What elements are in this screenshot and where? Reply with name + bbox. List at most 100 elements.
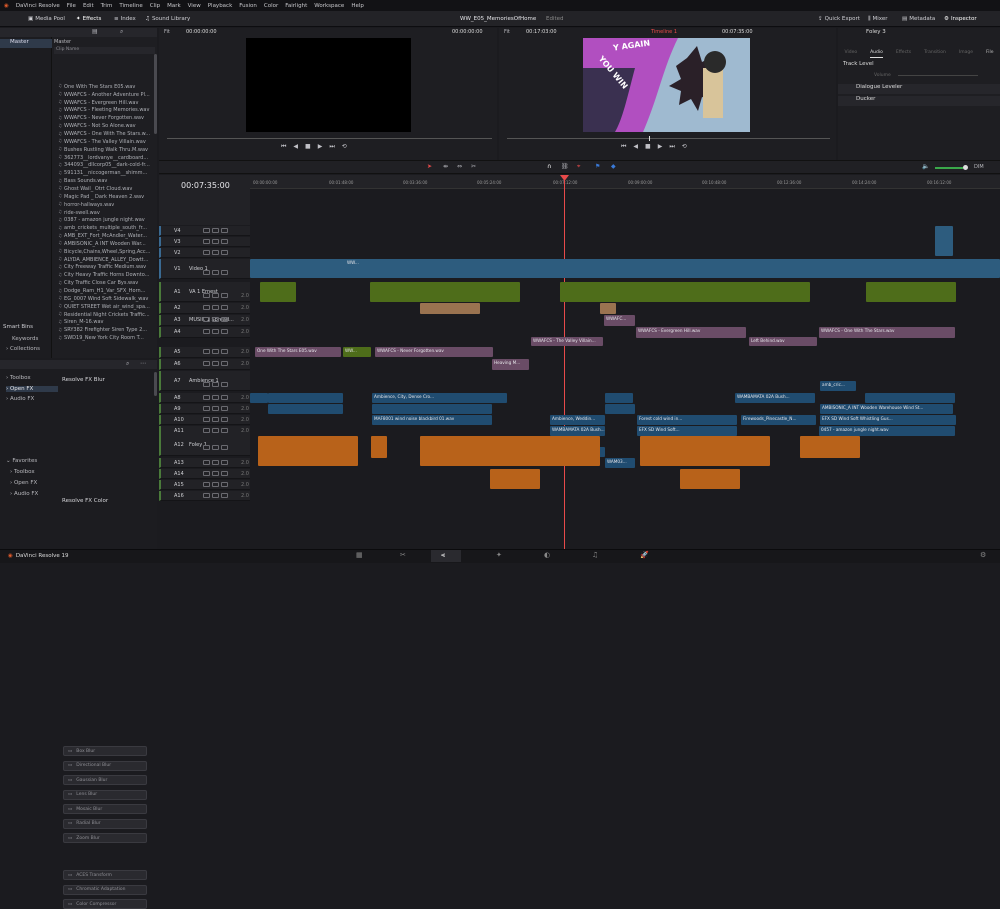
jump-start-icon[interactable]: ⏮	[281, 143, 286, 151]
mute-icon[interactable]	[221, 361, 228, 366]
timeline-name[interactable]: Timeline 1	[651, 29, 677, 35]
jump-end-icon[interactable]: ⏭	[329, 143, 334, 151]
clip-item[interactable]: ♫ SWD19_New York City Room T...	[58, 334, 155, 342]
lock-icon[interactable]	[203, 417, 210, 422]
menu-file[interactable]: File	[67, 3, 76, 9]
fx-blur-item[interactable]: ▭ Gaussian Blur	[63, 775, 147, 785]
color-page-icon[interactable]: ◐	[544, 551, 550, 559]
clip-item[interactable]: ♫ 344093__dllcorp05__dark-cold-fr...	[58, 162, 155, 170]
bin-master[interactable]: Master	[0, 39, 52, 48]
track-header[interactable]: A9 2.0	[159, 404, 250, 414]
lock-icon[interactable]	[203, 482, 210, 487]
fx-color-item[interactable]: ▭ ACES Transform	[63, 870, 147, 880]
clip-item[interactable]: ♫ City Freeway Traffic Medium.wav	[58, 264, 155, 272]
tab-effects[interactable]: Effects	[896, 38, 911, 58]
clip-item[interactable]: ♫ Siren_M-16.wav	[58, 319, 155, 327]
jump-start-icon[interactable]: ⏮	[621, 143, 626, 151]
more-options-icon[interactable]: ⋯	[140, 360, 146, 367]
timeline-clip[interactable]	[370, 282, 520, 302]
mute-icon[interactable]	[221, 471, 228, 476]
solo-icon[interactable]	[212, 428, 219, 433]
clip-item[interactable]: ♫ WWAFCS - Fleeting Memories.wav	[58, 107, 155, 115]
timeline-clip[interactable]: Ambience, Weddin...	[550, 415, 605, 425]
track-header[interactable]: A1 VA 1 Ernest 2.0	[159, 282, 250, 302]
track-header[interactable]: A4 2.0	[159, 327, 250, 338]
clip-item[interactable]: ♫ 362773__lordvanye__cardboard...	[58, 154, 155, 162]
timeline-clip[interactable]	[800, 436, 860, 458]
timeline-clip[interactable]: WWAFCS - The Valley Villain...	[531, 337, 603, 346]
solo-icon[interactable]	[212, 317, 219, 322]
timeline-clip[interactable]	[258, 436, 358, 466]
menu-workspace[interactable]: Workspace	[314, 3, 344, 9]
metadata-button[interactable]: ▤ Metadata	[902, 14, 935, 24]
mute-icon[interactable]	[221, 382, 228, 387]
timeline-clip[interactable]	[680, 469, 740, 489]
volume-slider[interactable]	[898, 75, 978, 76]
clip-item[interactable]: ♫ AMB_EXT_Fort_McAndler_Water...	[58, 232, 155, 240]
clip-item[interactable]: ♫ Residential Night Crickets Traffic...	[58, 311, 155, 319]
solo-icon[interactable]	[212, 471, 219, 476]
ducker-row[interactable]: Ducker	[838, 96, 1000, 106]
fx-color-item[interactable]: ▭ Color Compressor	[63, 899, 147, 909]
tab-transition[interactable]: Transition	[924, 38, 946, 58]
clip-item[interactable]: ♫ Magic Pad _ Dark Heaven 2.wav	[58, 193, 155, 201]
timeline-clip[interactable]	[605, 404, 635, 414]
clip-item[interactable]: ♫ WWAFCS - One With The Stars.w...	[58, 130, 155, 138]
clip-item[interactable]: ♫ Ghost Wail_ Otrt Cloud.wav	[58, 185, 155, 193]
mute-icon[interactable]	[221, 493, 228, 498]
timeline-clip[interactable]: WW...	[345, 259, 370, 270]
clip-item[interactable]: ♫ One With The Stars E05.wav	[58, 83, 155, 91]
clip-list-scrollbar[interactable]	[154, 54, 157, 134]
program-video-frame[interactable]: Y AGAIN YOU WIN	[583, 38, 750, 132]
timeline-clip[interactable]	[268, 393, 343, 403]
clip-item[interactable]: ♫ Bass Sounds.wav	[58, 177, 155, 185]
timeline-clip[interactable]	[250, 393, 268, 403]
lock-icon[interactable]	[203, 270, 210, 275]
mute-icon[interactable]	[221, 482, 228, 487]
track-header[interactable]: A7 Ambience 1	[159, 371, 250, 391]
solo-icon[interactable]	[212, 250, 219, 255]
marker-icon[interactable]: ◆	[611, 163, 616, 170]
fx-blur-item[interactable]: ▭ Mosaic Blur	[63, 804, 147, 814]
effects-button[interactable]: ✦ Effects	[76, 14, 101, 24]
timeline-clip[interactable]: WWAFCS - Evergreen Hill.wav	[636, 327, 746, 338]
fx-blur-item[interactable]: ▭ Box Blur	[63, 746, 147, 756]
program-scrubber[interactable]	[507, 138, 830, 139]
solo-icon[interactable]	[212, 239, 219, 244]
blade-tool-icon[interactable]: ✂	[471, 163, 476, 170]
clip-item[interactable]: ♫ City Heavy Traffic Horns Downto...	[58, 271, 155, 279]
timeline-clip[interactable]: EFX SD Wind Soft...	[637, 426, 737, 436]
search-icon[interactable]: ⌕	[120, 28, 123, 36]
clip-item[interactable]: ♫ WWAFCS - The Valley Villain.wav	[58, 138, 155, 146]
fav-toolbox-item[interactable]: › Toolbox	[10, 469, 35, 475]
trim-tool-icon[interactable]: ⇹	[443, 163, 448, 170]
fx-blur-item[interactable]: ▭ Lens Blur	[63, 789, 147, 800]
source-scrubber[interactable]	[167, 138, 492, 139]
tab-video[interactable]: Video	[844, 38, 857, 58]
track-header[interactable]: A5 2.0	[159, 347, 250, 358]
track-header[interactable]: A8 2.0	[159, 393, 250, 403]
dynamic-trim-icon[interactable]: ⇔	[457, 163, 462, 170]
track-header[interactable]: A14 2.0	[159, 469, 250, 479]
lock-icon[interactable]	[203, 445, 210, 450]
timeline-clip[interactable]	[490, 469, 540, 489]
fx-toolbox-item[interactable]: › Toolbox	[6, 375, 31, 381]
sound-library-button[interactable]: ♫ Sound Library	[145, 14, 190, 24]
select-tool-icon[interactable]: ➤	[427, 163, 432, 170]
clip-item[interactable]: ♫ Bushes Rustling Walk Thru.M.wav	[58, 146, 155, 154]
lock-icon[interactable]	[203, 460, 210, 465]
lock-icon[interactable]	[203, 293, 210, 298]
clip-item[interactable]: ♫ amb_crickets_multiple_south_fr...	[58, 224, 155, 232]
fx-blur-item[interactable]: ▭ Radial Blur	[63, 818, 147, 829]
solo-icon[interactable]	[212, 406, 219, 411]
cut-page-icon[interactable]: ✂	[400, 551, 406, 559]
timeline-clip[interactable]	[371, 436, 387, 458]
play-icon[interactable]: ▶	[318, 143, 323, 151]
lock-icon[interactable]	[203, 428, 210, 433]
lock-icon[interactable]	[203, 250, 210, 255]
clip-item[interactable]: ♫ WWAFCS - Never Forgotten.wav	[58, 114, 155, 122]
tab-image[interactable]: Image	[959, 38, 973, 58]
lock-icon[interactable]	[203, 349, 210, 354]
lock-icon[interactable]	[203, 361, 210, 366]
timeline-clip[interactable]: WWAFC...	[604, 315, 635, 326]
